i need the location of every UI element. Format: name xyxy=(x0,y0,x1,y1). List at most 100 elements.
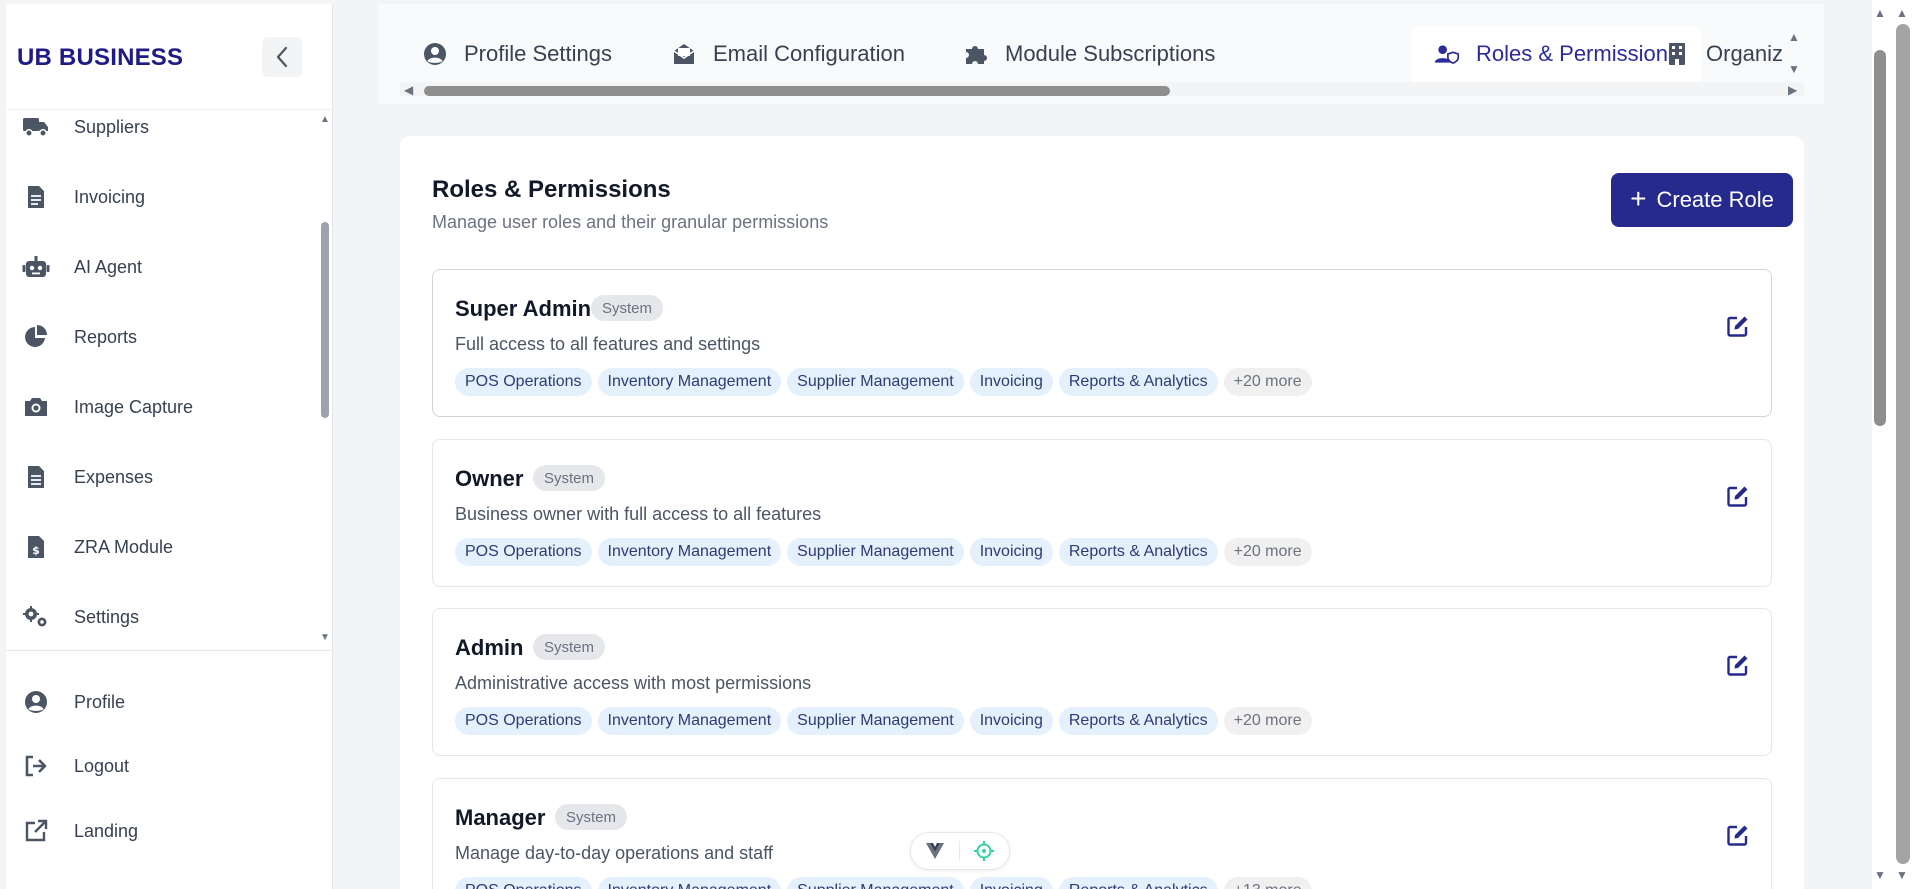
page-subtitle: Manage user roles and their granular per… xyxy=(432,212,829,232)
permission-chip: Inventory Management xyxy=(597,877,782,889)
sidebar-item-label: Settings xyxy=(74,607,140,627)
sidebar-item-expenses[interactable]: Expenses xyxy=(6,452,306,502)
permission-chip: Reports & Analytics xyxy=(1058,877,1218,889)
chevron-left-icon xyxy=(276,46,288,68)
role-name: Manager xyxy=(455,805,546,830)
tab-profile-settings[interactable]: Profile Settings xyxy=(400,26,634,82)
permission-chip: Supplier Management xyxy=(787,538,964,566)
more-permissions-chip: +13 more xyxy=(1223,877,1312,889)
more-permissions-chip: +20 more xyxy=(1223,707,1312,735)
role-description: Full access to all features and settings xyxy=(455,334,761,354)
scroll-up-arrow-icon[interactable]: ▲ xyxy=(1874,6,1886,20)
role-card-super-admin[interactable]: Super Admin System Full access to all fe… xyxy=(432,269,1772,417)
scroll-down-arrow-icon[interactable]: ▼ xyxy=(1896,868,1908,882)
sidebar-item-ai-agent[interactable]: AI Agent xyxy=(6,242,306,292)
create-role-button[interactable]: + Create Role xyxy=(1611,173,1793,227)
role-card-manager[interactable]: Manager System Manage day-to-day operati… xyxy=(432,778,1772,889)
edit-icon xyxy=(1727,655,1748,676)
robot-icon xyxy=(22,255,50,279)
sidebar-item-zra-module[interactable]: $ ZRA Module xyxy=(6,522,306,572)
tab-module-subscriptions[interactable]: Module Subscriptions xyxy=(941,26,1237,82)
tab-email-configuration[interactable]: Email Configuration xyxy=(649,26,927,82)
tab-label: Organizations xyxy=(1706,41,1782,66)
tabs-scroll-up-icon[interactable]: ▲ xyxy=(1788,30,1800,44)
camera-icon xyxy=(22,395,50,419)
sidebar-item-label: Suppliers xyxy=(74,117,150,137)
sidebar-item-suppliers[interactable]: Suppliers xyxy=(6,110,306,152)
floating-devtools-widget[interactable] xyxy=(910,832,1010,870)
permission-chip: Supplier Management xyxy=(787,368,964,396)
permission-chip: POS Operations xyxy=(455,538,592,566)
edit-role-button[interactable] xyxy=(1718,645,1758,685)
role-card-owner[interactable]: Owner System Business owner with full ac… xyxy=(432,439,1772,587)
envelope-open-icon xyxy=(671,42,697,66)
sidebar-scroll-thumb[interactable] xyxy=(321,222,329,418)
permission-chip: Reports & Analytics xyxy=(1058,538,1218,566)
scroll-down-arrow-icon[interactable]: ▼ xyxy=(320,632,330,643)
sidebar-item-settings[interactable]: Settings xyxy=(6,592,306,642)
permission-chip: Inventory Management xyxy=(597,538,782,566)
permission-chip-list: POS Operations Inventory Management Supp… xyxy=(455,707,1312,735)
role-card-admin[interactable]: Admin System Administrative access with … xyxy=(432,608,1772,756)
widget-divider xyxy=(958,841,960,861)
sidebar-collapse-button[interactable] xyxy=(262,37,302,77)
file-invoice-dollar-icon: $ xyxy=(22,535,50,559)
permission-chip: Invoicing xyxy=(969,368,1053,396)
sidebar-item-label: Expenses xyxy=(74,467,154,487)
crosshair-icon[interactable] xyxy=(974,841,995,861)
building-icon xyxy=(1664,42,1690,66)
permission-chip: Inventory Management xyxy=(597,707,782,735)
permission-chip: Supplier Management xyxy=(787,707,964,735)
permission-chip: Inventory Management xyxy=(597,368,782,396)
page-title: Roles & Permissions xyxy=(432,176,671,203)
sidebar-item-profile[interactable]: Profile xyxy=(6,677,306,727)
svg-text:$: $ xyxy=(32,544,40,557)
more-permissions-chip: +20 more xyxy=(1223,368,1312,396)
status-badge: System xyxy=(533,465,606,491)
brand-logo-text: UB BUSINESS xyxy=(17,44,184,71)
tabs-horizontal-scrollbar[interactable]: ◀ ▶ xyxy=(400,82,1804,97)
sidebar-item-landing[interactable]: Landing xyxy=(6,806,306,856)
sidebar-item-invoicing[interactable]: Invoicing xyxy=(6,172,306,222)
window-scroll-thumb[interactable] xyxy=(1896,24,1910,864)
scroll-up-arrow-icon[interactable]: ▲ xyxy=(1896,6,1908,20)
edit-role-button[interactable] xyxy=(1718,476,1758,516)
role-name: Admin xyxy=(455,635,524,660)
permission-chip: Invoicing xyxy=(969,877,1053,889)
sidebar-header: UB BUSINESS xyxy=(6,4,333,110)
edit-icon xyxy=(1727,486,1748,507)
sidebar-item-label: Profile xyxy=(74,692,126,712)
tabs-scroll-area[interactable]: Profile Settings Email Configuration Mod… xyxy=(400,4,1782,82)
sidebar-item-label: Logout xyxy=(74,756,130,776)
permission-chip: POS Operations xyxy=(455,707,592,735)
scroll-down-arrow-icon[interactable]: ▼ xyxy=(1874,868,1886,882)
vue-logo-icon[interactable] xyxy=(925,843,944,859)
tabs-scroll-down-icon[interactable]: ▼ xyxy=(1788,62,1800,76)
permission-chip: Invoicing xyxy=(969,707,1053,735)
sidebar-item-logout[interactable]: Logout xyxy=(6,741,306,791)
sidebar-item-label: Reports xyxy=(74,327,138,347)
permission-chip: Supplier Management xyxy=(787,877,964,889)
tabs-scroll-thumb[interactable] xyxy=(424,86,1170,96)
permission-chip: POS Operations xyxy=(455,877,592,889)
settings-tab-bar: Profile Settings Email Configuration Mod… xyxy=(378,4,1824,104)
pie-chart-icon xyxy=(22,325,50,349)
scroll-up-arrow-icon[interactable]: ▲ xyxy=(320,114,330,125)
sidebar-item-image-capture[interactable]: Image Capture xyxy=(6,382,306,432)
file-lines-icon xyxy=(22,465,50,489)
sign-out-icon xyxy=(22,754,50,778)
edit-role-button[interactable] xyxy=(1718,306,1758,346)
edit-role-button[interactable] xyxy=(1718,815,1758,855)
status-badge: System xyxy=(591,295,664,321)
gears-icon xyxy=(22,605,50,629)
permission-chip-list: POS Operations Inventory Management Supp… xyxy=(455,368,1312,396)
more-permissions-chip: +20 more xyxy=(1223,538,1312,566)
scroll-left-arrow-icon[interactable]: ◀ xyxy=(404,83,413,97)
sidebar-item-label: Landing xyxy=(74,821,139,841)
status-badge: System xyxy=(533,634,606,660)
scroll-right-arrow-icon[interactable]: ▶ xyxy=(1788,83,1797,97)
sidebar-item-reports[interactable]: Reports xyxy=(6,312,306,362)
sidebar-nav[interactable]: Suppliers Invoicing AI Agent Reports Ima… xyxy=(6,110,333,650)
tab-organizations[interactable]: Organizations xyxy=(1642,26,1782,82)
page-scroll-thumb[interactable] xyxy=(1874,50,1886,426)
